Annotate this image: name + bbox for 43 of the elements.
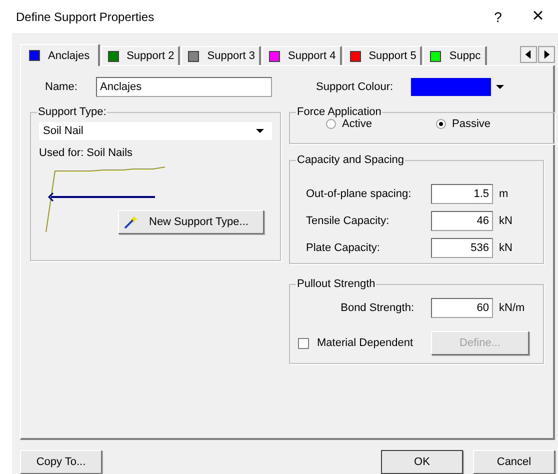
caret-icon (496, 85, 504, 89)
magic-wand-icon (123, 214, 139, 230)
colour-dropdown[interactable] (410, 77, 505, 97)
tab[interactable]: Suppc (423, 46, 487, 65)
support-colour-label: Support Colour: (316, 81, 394, 93)
copy-to-button[interactable]: Copy To... (20, 450, 102, 474)
name-field[interactable]: Anclajes (96, 77, 272, 97)
field-label: Plate Capacity: (305, 242, 381, 254)
help-button[interactable]: ? (478, 8, 518, 24)
group-title: Force Application (296, 106, 382, 118)
cancel-button[interactable]: Cancel (473, 450, 555, 474)
window-title: Define Support Properties (16, 10, 156, 24)
radio-option[interactable]: Active (326, 118, 436, 130)
input-field[interactable]: 1.5 (431, 184, 493, 204)
ok-button[interactable]: OK (381, 450, 463, 474)
checkbox[interactable]: Material Dependent (298, 337, 419, 349)
unit-label: kN (499, 242, 512, 254)
radio-option[interactable]: Passive (436, 118, 546, 130)
tab[interactable]: Support 5 (342, 46, 422, 65)
group-title: Support Type: (37, 106, 108, 118)
input-field[interactable]: 46 (431, 211, 493, 231)
used-for-text: Used for: Soil Nails (39, 147, 134, 159)
tab[interactable]: Support 4 (262, 46, 342, 65)
scroll-left-icon[interactable] (520, 46, 537, 63)
name-label: Name: (45, 81, 78, 93)
close-button[interactable]: × (518, 5, 558, 28)
group-title: Capacity and Spacing (296, 154, 406, 166)
input-field[interactable]: 60 (431, 298, 493, 318)
unit-label: kN (499, 215, 512, 227)
tab[interactable]: Support 2 (100, 46, 180, 65)
field-label: Bond Strength: (340, 302, 415, 314)
caret-icon (256, 129, 264, 133)
support-type-dropdown[interactable]: Soil Nail (39, 122, 272, 140)
field-label: Out-of-plane spacing: (305, 188, 412, 200)
new-support-type-button[interactable]: New Support Type... (118, 210, 264, 234)
unit-label: kN/m (499, 302, 525, 314)
tab[interactable]: Anclajes (20, 44, 100, 66)
tab[interactable]: Support 3 (181, 46, 261, 65)
group-title: Pullout Strength (296, 278, 376, 290)
input-field[interactable]: 536 (431, 238, 493, 258)
unit-label: m (499, 188, 508, 200)
field-label: Tensile Capacity: (305, 215, 390, 227)
scroll-right-icon[interactable] (538, 46, 555, 63)
